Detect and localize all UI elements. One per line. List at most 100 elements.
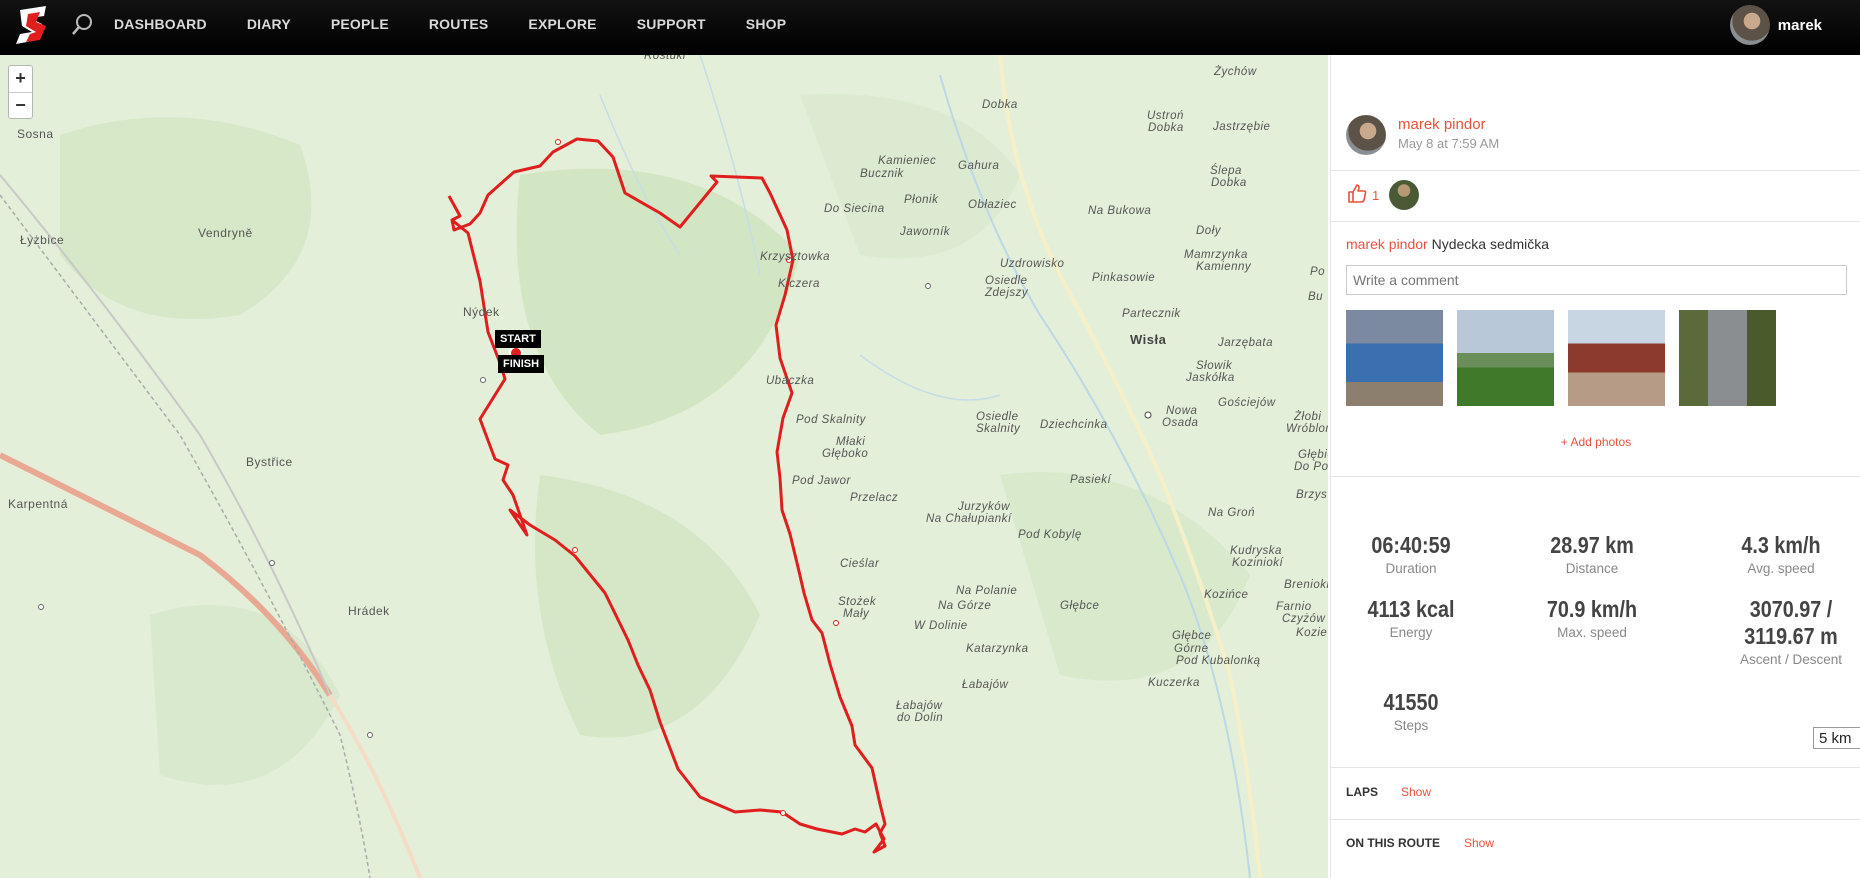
stat-value: 4.3 km/h (1741, 532, 1821, 558)
map-label: Jaskółka (1186, 372, 1235, 384)
map-label: Do Siecina (824, 203, 885, 215)
map-label: Płonik (904, 194, 939, 206)
description-author[interactable]: marek pindor (1346, 236, 1428, 252)
stat-duration: 06:40:59 Duration (1331, 532, 1491, 576)
map-label: Dobka (1211, 177, 1247, 189)
photo-thumbnail[interactable] (1568, 310, 1665, 406)
stat-label: Max. speed (1557, 625, 1627, 640)
map-label: Do Poto (1294, 461, 1328, 473)
post-date: May 8 at 7:59 AM (1398, 136, 1500, 151)
search-icon[interactable] (70, 12, 96, 38)
stat-value: 3070.97 / 3119.67 m (1744, 596, 1838, 649)
map-label: Dziechcinka (1040, 419, 1108, 431)
user-name: marek (1777, 16, 1822, 34)
stat-value: 06:40:59 (1371, 532, 1451, 558)
stat-label: Ascent / Descent (1739, 652, 1843, 667)
map-label: Skalnity (976, 423, 1021, 435)
stat-label: Duration (1385, 561, 1437, 576)
map-label: do Dolin (897, 712, 944, 724)
map-label: Bu (1308, 291, 1324, 303)
sports-tracker-logo[interactable] (16, 6, 50, 44)
map-label: Na Bukowa (1088, 205, 1152, 217)
route-map[interactable]: Rostuki Żychów Sosna Dobka Ustroń Dobka … (0, 55, 1328, 878)
nav-shop[interactable]: SHOP (746, 16, 786, 32)
map-label: Pasiekí (1070, 474, 1112, 486)
nav-dashboard[interactable]: DASHBOARD (114, 16, 207, 32)
like-count[interactable]: 1 (1372, 188, 1379, 203)
start-marker[interactable]: START (495, 330, 541, 348)
map-label: Żychów (1214, 66, 1257, 78)
map-label: Partecznik (1122, 308, 1181, 320)
divider (1331, 819, 1860, 820)
add-photos-link[interactable]: + Add photos (1331, 435, 1860, 449)
nav-explore[interactable]: EXPLORE (528, 16, 596, 32)
map-label: Na Groń (1208, 507, 1255, 519)
map-label: Na Polanie (956, 585, 1018, 597)
avatar[interactable] (1389, 180, 1420, 210)
map-label: Pinkasowie (1092, 272, 1156, 284)
on-route-show-link[interactable]: Show (1464, 836, 1494, 850)
divider (1331, 476, 1860, 477)
stat-value: 4113 kcal (1367, 596, 1455, 622)
map-label: Na Chałupiankí (926, 513, 1012, 525)
map-label: Gahura (958, 160, 1000, 172)
photo-thumbnail[interactable] (1346, 310, 1443, 406)
zoom-in-button[interactable]: + (9, 66, 32, 92)
thumbs-up-icon[interactable] (1346, 182, 1368, 209)
divider (1331, 170, 1860, 171)
map-label: Czyżów (1282, 613, 1326, 625)
avatar[interactable] (1346, 115, 1386, 155)
map-label: Sosna (17, 127, 54, 141)
map-label: Kozińce (1204, 589, 1249, 601)
map-label: W Dolinie (914, 620, 968, 632)
photo-thumbnail[interactable] (1679, 310, 1776, 406)
stat-value: 28.97 km (1550, 532, 1634, 558)
stat-energy: 4113 kcal Energy (1331, 596, 1491, 640)
stat-label: Energy (1389, 625, 1433, 640)
map-label: Jarzębata (1218, 337, 1274, 349)
map-label: Rostuki (644, 55, 686, 62)
nav-diary[interactable]: DIARY (247, 16, 291, 32)
map-label: Cieślar (840, 558, 880, 570)
map-label: Koziniokí (1232, 557, 1284, 569)
map-label: Pod Kubalonką (1176, 655, 1261, 667)
stat-label: Steps (1393, 718, 1429, 733)
map-label: Wisła (1130, 332, 1167, 347)
lap-distance-select[interactable]: 5 km (1813, 727, 1860, 749)
description-text: Nydecka sedmička (1431, 236, 1550, 252)
map-label: Jaworník (900, 226, 951, 238)
likes-row: 1 (1346, 180, 1420, 210)
post-header: marek pindor May 8 at 7:59 AM (1346, 115, 1499, 155)
nav-people[interactable]: PEOPLE (331, 16, 389, 32)
map-label: Brzys (1296, 489, 1328, 501)
laps-title: LAPS (1346, 785, 1379, 799)
photo-strip (1346, 310, 1790, 406)
avatar (1729, 5, 1770, 45)
finish-marker[interactable]: FINISH (498, 355, 545, 373)
map-label: Doły (1196, 225, 1222, 237)
map-label: Pod Jawor (792, 475, 851, 487)
zoom-out-button[interactable]: − (9, 92, 32, 118)
map-label: Vendryně (198, 226, 253, 240)
map-label: Pod Kobylę (1018, 529, 1082, 541)
map-label: Zdejszy (985, 287, 1029, 299)
map-label: Jastrzębie (1213, 121, 1271, 133)
laps-show-link[interactable]: Show (1401, 785, 1431, 799)
top-navigation-bar: DASHBOARD DIARY PEOPLE ROUTES EXPLORE SU… (0, 0, 1860, 55)
map-label: Po (1310, 266, 1326, 278)
map-label: Na Górze (938, 600, 992, 612)
map-label: Uzdrowisko (1000, 258, 1065, 270)
map-label: Osada (1162, 417, 1199, 429)
map-label: Krzysztowka (760, 251, 831, 263)
comment-input[interactable] (1346, 265, 1847, 295)
map-label: Głębce (1060, 600, 1100, 612)
user-menu[interactable]: marek (1729, 5, 1822, 45)
photo-thumbnail[interactable] (1457, 310, 1554, 406)
map-label: Nýdek (463, 305, 500, 319)
nav-support[interactable]: SUPPORT (637, 16, 706, 32)
map-label: Dobka (982, 99, 1018, 111)
divider (1331, 221, 1860, 222)
author-name[interactable]: marek pindor (1398, 116, 1499, 133)
nav-routes[interactable]: ROUTES (429, 16, 489, 32)
map-label: Pod Skalnity (796, 414, 866, 426)
